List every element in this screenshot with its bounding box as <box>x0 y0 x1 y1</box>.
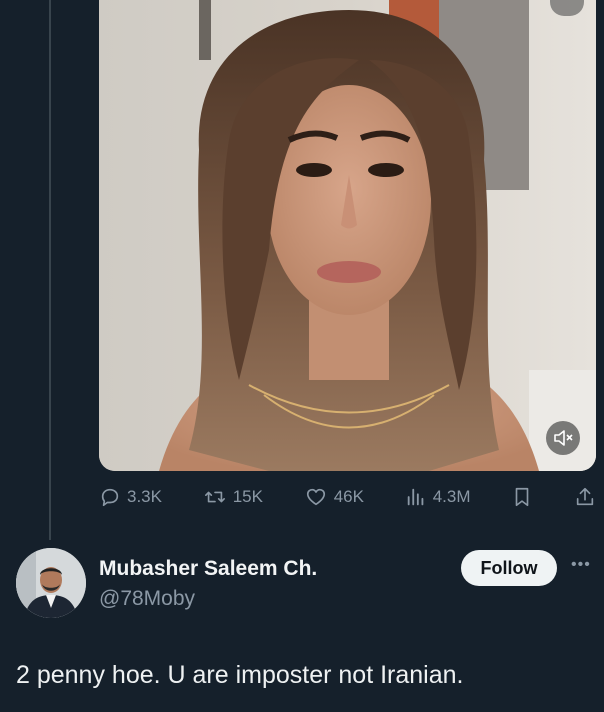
reply-button[interactable]: 3.3K <box>99 486 162 508</box>
follow-button[interactable]: Follow <box>461 550 557 586</box>
bookmark-icon <box>515 487 529 507</box>
repost-button[interactable]: 15K <box>203 486 263 508</box>
share-button[interactable] <box>574 486 596 508</box>
post-action-bar: 3.3K 15K 46K 4.3M <box>99 482 596 512</box>
like-count: 46K <box>333 487 364 506</box>
view-count: 4.3M <box>432 487 471 506</box>
repost-count: 15K <box>232 487 263 506</box>
more-options-icon[interactable]: ••• <box>571 556 591 574</box>
repost-icon <box>204 491 225 503</box>
views-chart-icon <box>407 488 424 506</box>
bookmark-button[interactable] <box>511 486 533 508</box>
video-frame-image <box>99 0 596 471</box>
reply-body-text: 2 penny hoe. U are imposter not Iranian. <box>16 661 464 689</box>
post-video[interactable] <box>99 0 596 471</box>
views-button[interactable]: 4.3M <box>405 486 471 508</box>
user-handle[interactable]: @78Moby <box>99 587 195 611</box>
share-icon <box>576 487 594 506</box>
like-button[interactable]: 46K <box>304 486 364 508</box>
avatar[interactable] <box>16 548 86 618</box>
comment-icon <box>101 488 119 507</box>
heart-icon <box>306 488 325 506</box>
display-name[interactable]: Mubasher Saleem Ch. <box>99 557 317 581</box>
thread-connector-line <box>49 0 51 540</box>
speaker-muted-icon[interactable] <box>546 421 580 455</box>
avatar-image <box>16 548 86 618</box>
reply-post: Mubasher Saleem Ch. @78Moby Follow ••• 2… <box>0 540 604 712</box>
reply-count: 3.3K <box>127 487 162 506</box>
